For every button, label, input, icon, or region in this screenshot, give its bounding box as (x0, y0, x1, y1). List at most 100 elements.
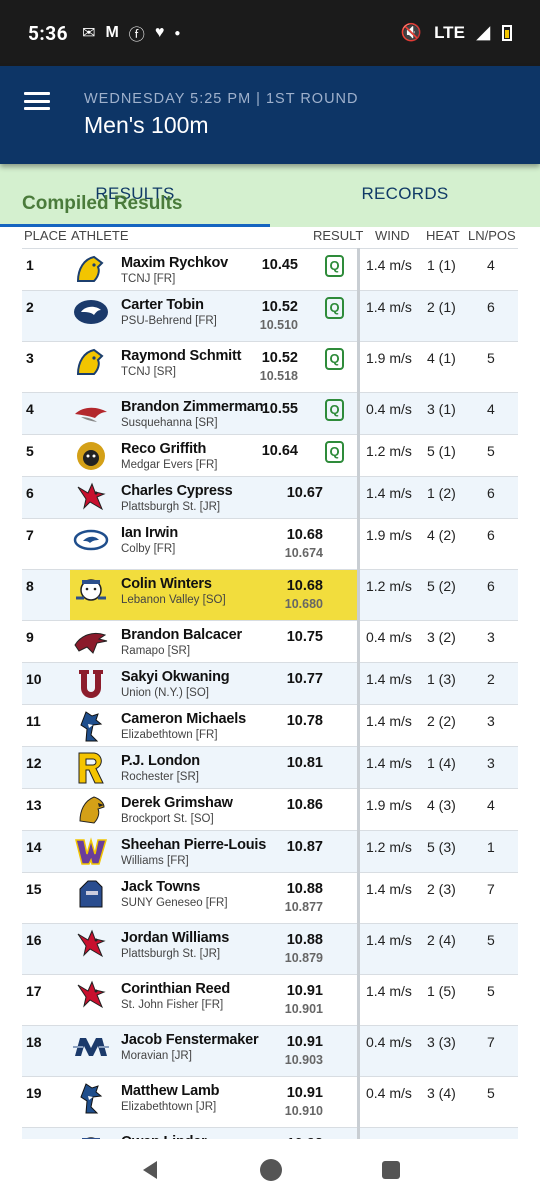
tab-results[interactable]: RESULTS (0, 164, 270, 227)
home-icon[interactable] (258, 1157, 284, 1183)
table-row[interactable]: 5 Reco Griffith Medgar Evers [FR] 10.64 … (22, 434, 518, 476)
facebook-icon: ⓕ (128, 27, 145, 44)
table-row[interactable]: 17 Corinthian Reed St. John Fisher [FR] … (22, 974, 518, 1025)
result-tiebreak: 10.877 (284, 900, 323, 914)
table-row[interactable]: 15 Jack Towns SUNY Geneseo [FR] 10.88 10… (22, 872, 518, 923)
qualified-badge: Q (325, 348, 344, 370)
table-row[interactable]: 6 Charles Cypress Plattsburgh St. [JR] 1… (22, 476, 518, 518)
table-row[interactable]: 18 Jacob Fenstermaker Moravian [JR] 10.9… (22, 1025, 518, 1076)
athlete-name[interactable]: P.J. London (121, 753, 200, 769)
table-row[interactable]: 3 Raymond Schmitt TCNJ [SR] 10.52 Q 10.5… (22, 341, 518, 392)
lane-position: 6 (487, 578, 495, 594)
athlete-name[interactable]: Reco Griffith (121, 441, 206, 457)
table-row[interactable]: 19 Matthew Lamb Elizabethtown [JR] 10.91… (22, 1076, 518, 1127)
table-row[interactable]: 8 Colin Winters Lebanon Valley [SO] 10.6… (22, 569, 518, 620)
result-time: 10.64 (261, 443, 298, 459)
athlete-name[interactable]: Derek Grimshaw (121, 795, 233, 811)
wind: 1.9 m/s (366, 350, 412, 366)
cardinal-icon (72, 928, 110, 962)
heat: 2 (1) (427, 299, 456, 315)
lion-icon (72, 346, 110, 380)
recents-icon[interactable] (380, 1159, 402, 1181)
table-row[interactable]: 12 P.J. London Rochester [SR] 10.81 1.4 … (22, 746, 518, 788)
u-letter-icon (72, 667, 110, 701)
athlete-name[interactable]: Ian Irwin (121, 525, 178, 541)
wind: 1.9 m/s (366, 527, 412, 543)
table-row[interactable]: 4 Brandon Zimmerman Susquehanna [SR] 10.… (22, 392, 518, 434)
heat: 1 (5) (427, 983, 456, 999)
result-tiebreak: 10.680 (284, 597, 323, 611)
athlete-name[interactable]: Sheehan Pierre-Louis (121, 837, 266, 853)
wind: 1.9 m/s (366, 797, 412, 813)
athlete-school: Plattsburgh St. [JR] (121, 501, 221, 513)
cardinal-icon (72, 481, 110, 515)
athlete-name[interactable]: Cameron Michaels (121, 711, 246, 727)
result-time: 10.55 (261, 401, 298, 417)
heat: 1 (4) (427, 755, 456, 771)
knight-icon (72, 877, 110, 911)
table-row[interactable]: 9 Brandon Balcacer Ramapo [SR] 10.75 0.4… (22, 620, 518, 662)
athlete-name[interactable]: Matthew Lamb (121, 1083, 220, 1099)
table-row[interactable]: 20 Owen Linder Lebanon Valley [SR] 10.92… (22, 1127, 518, 1139)
athlete-school: Moravian [JR] (121, 1050, 192, 1062)
tab-records[interactable]: RECORDS (270, 164, 540, 227)
table-row[interactable]: 11 Cameron Michaels Elizabethtown [FR] 1… (22, 704, 518, 746)
athlete-school: Medgar Evers [FR] (121, 459, 218, 471)
athlete-name[interactable]: Brandon Balcacer (121, 627, 242, 643)
lane-position: 1 (487, 839, 495, 855)
athlete-name[interactable]: Jack Towns (121, 879, 200, 895)
athlete-school: Ramapo [SR] (121, 645, 191, 657)
athlete-school: Lebanon Valley [SO] (121, 594, 226, 606)
lane-position: 3 (487, 629, 495, 645)
athlete-name[interactable]: Jordan Williams (121, 930, 229, 946)
table-row[interactable]: 7 Ian Irwin Colby [FR] 10.68 10.674 1.9 … (22, 518, 518, 569)
qualified-badge: Q (325, 399, 344, 421)
col-lnpos: LN/POS (468, 228, 516, 243)
place: 2 (26, 299, 34, 315)
table-row[interactable]: 10 Sakyi Okwaning Union (N.Y.) [SO] 10.7… (22, 662, 518, 704)
athlete-school: Plattsburgh St. [JR] (121, 948, 221, 960)
wind: 1.2 m/s (366, 578, 412, 594)
wind: 1.4 m/s (366, 932, 412, 948)
place: 3 (26, 350, 34, 366)
heat: 3 (1) (427, 401, 456, 417)
back-icon[interactable] (138, 1158, 162, 1182)
athlete-school: Rochester [SR] (121, 771, 199, 783)
result-tiebreak: 10.518 (259, 369, 298, 383)
status-bar: 5:36 ✉ M ⓕ ♥ ● 🔇 LTE ◢ (0, 0, 540, 66)
heat: 1 (3) (427, 671, 456, 687)
event-title: Men's 100m (84, 112, 209, 138)
result-time: 10.77 (286, 671, 323, 687)
athlete-name[interactable]: Maxim Rychkov (121, 255, 228, 271)
result-time: 10.68 (286, 527, 323, 543)
dutchman-icon (72, 1132, 110, 1139)
athlete-name[interactable]: Sakyi Okwaning (121, 669, 230, 685)
column-divider (357, 248, 360, 1139)
athlete-name[interactable]: Charles Cypress (121, 483, 233, 499)
status-time: 5:36 (28, 21, 69, 45)
athlete-name[interactable]: Carter Tobin (121, 297, 204, 313)
athlete-school: Union (N.Y.) [SO] (121, 687, 209, 699)
athlete-name[interactable]: Colin Winters (121, 576, 212, 592)
results-table[interactable]: PLACE ATHLETE RESULT WIND HEAT LN/POS 1 … (0, 227, 540, 1139)
lane-position: 2 (487, 671, 495, 687)
place: 5 (26, 443, 34, 459)
table-row[interactable]: 14 Sheehan Pierre-Louis Williams [FR] 10… (22, 830, 518, 872)
table-row[interactable]: 13 Derek Grimshaw Brockport St. [SO] 10.… (22, 788, 518, 830)
result-time: 10.86 (286, 797, 323, 813)
heat: 3 (4) (427, 1085, 456, 1101)
table-row[interactable]: 1 Maxim Rychkov TCNJ [FR] 10.45 Q 1.4 m/… (22, 248, 518, 290)
menu-icon[interactable] (24, 92, 50, 110)
heat: 2 (2) (427, 713, 456, 729)
table-row[interactable]: 2 Carter Tobin PSU-Behrend [FR] 10.52 Q … (22, 290, 518, 341)
athlete-name[interactable]: Corinthian Reed (121, 981, 230, 997)
athlete-name[interactable]: Brandon Zimmerman (121, 399, 264, 415)
mule-icon (72, 523, 110, 557)
heat: 4 (1) (427, 350, 456, 366)
table-row[interactable]: 16 Jordan Williams Plattsburgh St. [JR] … (22, 923, 518, 974)
athlete-name[interactable]: Raymond Schmitt (121, 348, 241, 364)
heat: 1 (2) (427, 485, 456, 501)
result-time: 10.88 (286, 881, 323, 897)
athlete-name[interactable]: Jacob Fenstermaker (121, 1032, 259, 1048)
athlete-school: Williams [FR] (121, 855, 189, 867)
